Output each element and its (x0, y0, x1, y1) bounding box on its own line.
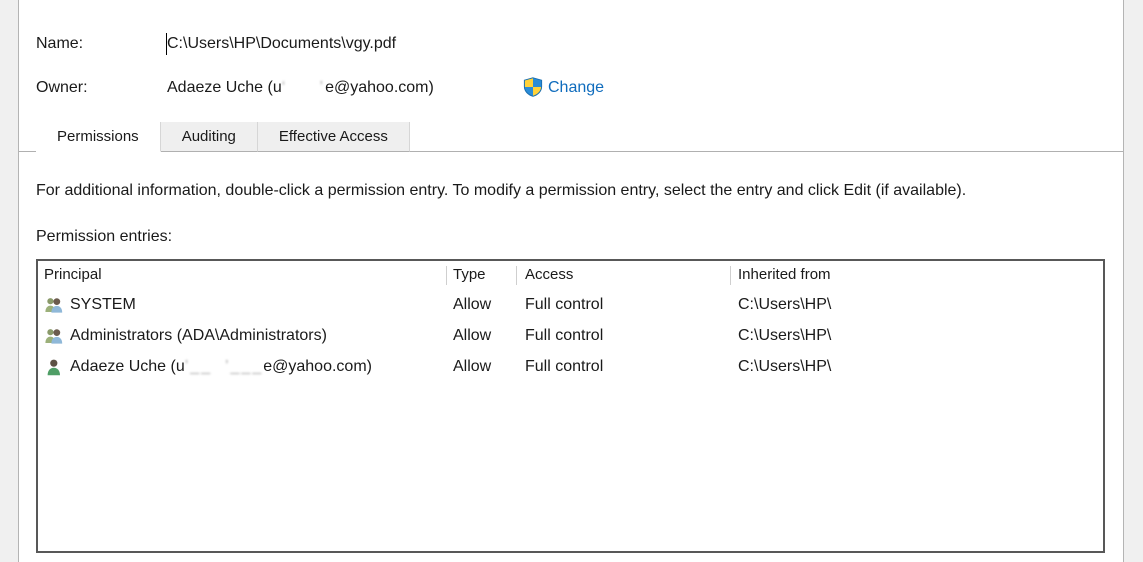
inherited-from-cell: C:\Users\HP\ (738, 327, 832, 344)
type-cell: Allow (453, 296, 492, 313)
group-users-icon (44, 326, 64, 346)
column-header-type[interactable]: Type (453, 261, 486, 289)
principal-cell: Adaeze Uche (u ’__ ’___ e@yahoo.com) (44, 351, 372, 382)
table-row[interactable]: SYSTEM Allow Full control C:\Users\HP\ (38, 289, 1103, 320)
name-field-row: Name: C:\Users\HP\Documents\vgy.pdf (19, 31, 1123, 57)
column-header-principal[interactable]: Principal (44, 261, 102, 289)
column-divider[interactable] (730, 266, 731, 285)
access-cell: Full control (525, 327, 604, 344)
name-value[interactable]: C:\Users\HP\Documents\vgy.pdf (167, 31, 396, 57)
info-text: For additional information, double-click… (36, 182, 967, 199)
single-user-icon (44, 357, 64, 377)
principal-name-suffix: e@yahoo.com) (263, 358, 372, 375)
inherited-from-cell: C:\Users\HP\ (738, 358, 832, 375)
access-cell: Full control (525, 296, 604, 313)
tab-effective-access[interactable]: Effective Access (257, 122, 410, 152)
owner-value-suffix: e@yahoo.com) (325, 79, 434, 96)
principal-name-redacted: ’__ ’___ (184, 358, 264, 375)
owner-value-prefix: Adaeze Uche (u (167, 79, 282, 96)
change-owner-link[interactable]: Change (548, 75, 604, 101)
uac-shield-icon (523, 77, 543, 97)
principal-cell: Administrators (ADA\Administrators) (44, 320, 327, 351)
column-divider[interactable] (446, 266, 447, 285)
type-cell: Allow (453, 327, 492, 344)
principal-text: Administrators (ADA\Administrators) (70, 320, 327, 351)
permission-entries-label: Permission entries: (36, 228, 173, 245)
owner-label: Owner: (36, 79, 88, 96)
column-header-access[interactable]: Access (525, 261, 573, 289)
table-row[interactable]: Administrators (ADA\Administrators) Allo… (38, 320, 1103, 351)
name-label: Name: (36, 35, 84, 52)
advanced-security-settings-dialog: Name: C:\Users\HP\Documents\vgy.pdf Owne… (18, 0, 1124, 562)
type-cell: Allow (453, 358, 492, 375)
principal-name: Adaeze Uche (u (70, 358, 185, 375)
tab-permissions[interactable]: Permissions (36, 122, 161, 152)
column-header-inherited-from[interactable]: Inherited from (738, 261, 831, 289)
principal-text: Adaeze Uche (u ’__ ’___ e@yahoo.com) (70, 351, 372, 382)
table-header-row: Principal Type Access Inherited from (38, 261, 1103, 289)
owner-value-redacted: ‘ ’ (281, 79, 326, 96)
owner-value: Adaeze Uche (u ‘ ’ e@yahoo.com) (167, 75, 434, 101)
group-users-icon (44, 295, 64, 315)
column-divider[interactable] (516, 266, 517, 285)
principal-cell: SYSTEM (44, 289, 136, 320)
tab-content-permissions: For additional information, double-click… (19, 152, 1123, 561)
tab-strip: Permissions Auditing Effective Access (19, 122, 410, 152)
principal-name: Administrators (ADA\Administrators) (70, 327, 327, 344)
table-row[interactable]: Adaeze Uche (u ’__ ’___ e@yahoo.com) All… (38, 351, 1103, 382)
principal-text: SYSTEM (70, 289, 136, 320)
tab-auditing[interactable]: Auditing (160, 122, 258, 152)
principal-name: SYSTEM (70, 296, 136, 313)
access-cell: Full control (525, 358, 604, 375)
permission-entries-list[interactable]: Principal Type Access Inherited from SYS… (36, 259, 1105, 553)
inherited-from-cell: C:\Users\HP\ (738, 296, 832, 313)
